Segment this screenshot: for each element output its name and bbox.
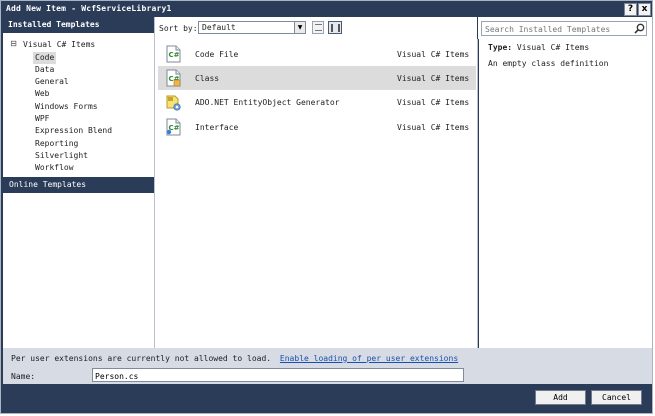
- tree-item-general[interactable]: General: [33, 76, 71, 88]
- svg-text:C#: C#: [169, 51, 180, 59]
- tree-item-windows-forms[interactable]: Windows Forms: [33, 101, 100, 113]
- name-label: Name:: [11, 372, 36, 381]
- tree-item-data[interactable]: Data: [33, 64, 56, 76]
- left-pane-empty-area: [3, 193, 154, 348]
- template-language: Visual C# Items: [397, 50, 470, 59]
- template-row-entity-generator[interactable]: ADO.NET EntityObject Generator Visual C#…: [158, 90, 476, 114]
- list-view-icon: [315, 24, 322, 31]
- collapse-icon[interactable]: ⊟: [9, 39, 18, 49]
- tree-item-silverlight[interactable]: Silverlight: [33, 150, 90, 162]
- cancel-button[interactable]: Cancel: [591, 390, 642, 405]
- close-button[interactable]: x: [638, 3, 651, 16]
- help-button[interactable]: ?: [624, 3, 637, 16]
- sort-by-label: Sort by:: [159, 24, 198, 33]
- template-categories-pane: Installed Templates ⊟ Visual C# Items Co…: [3, 17, 154, 348]
- sort-toolbar: Sort by: Default ▼: [154, 17, 477, 39]
- tree-item-workflow[interactable]: Workflow: [33, 162, 76, 174]
- tree-item-expression-blend[interactable]: Expression Blend: [33, 125, 114, 137]
- template-language: Visual C# Items: [397, 98, 470, 107]
- list-view-button[interactable]: [312, 21, 324, 34]
- enable-extensions-link[interactable]: Enable loading of per user extensions: [280, 354, 458, 363]
- type-value: Visual C# Items: [516, 43, 590, 52]
- template-row-interface[interactable]: C# Interface Visual C# Items: [158, 115, 476, 139]
- tree-item-wpf[interactable]: WPF: [33, 113, 51, 125]
- template-description: An empty class definition: [488, 59, 609, 68]
- bottom-panel: Per user extensions are currently not al…: [3, 348, 652, 384]
- installed-templates-header[interactable]: Installed Templates: [3, 17, 154, 33]
- template-row-class[interactable]: C# Class Visual C# Items: [158, 66, 476, 90]
- tree-item-reporting[interactable]: Reporting: [33, 138, 80, 150]
- add-new-item-dialog: Add New Item - WcfServiceLibrary1 ? x In…: [0, 0, 653, 414]
- search-icon[interactable]: [634, 23, 645, 34]
- class-icon: C#: [166, 69, 181, 87]
- tree-item-code[interactable]: Code: [33, 52, 57, 64]
- template-name: Class: [195, 74, 220, 83]
- template-type-row: Type: Visual C# Items: [488, 43, 589, 52]
- search-area: [478, 17, 652, 39]
- dialog-footer: Add Cancel: [1, 384, 652, 413]
- sort-by-dropdown[interactable]: Default ▼: [198, 21, 306, 34]
- entity-generator-icon: [166, 95, 181, 111]
- details-view-button[interactable]: [328, 21, 342, 34]
- code-file-icon: C#: [166, 45, 181, 63]
- template-name: Interface: [195, 123, 239, 132]
- add-button[interactable]: Add: [535, 390, 586, 405]
- tree-root-label: Visual C# Items: [23, 39, 96, 49]
- details-view-icon: [331, 24, 340, 32]
- template-language: Visual C# Items: [397, 74, 470, 83]
- close-icon: x: [641, 4, 648, 14]
- template-row-code-file[interactable]: C# Code File Visual C# Items: [158, 42, 476, 66]
- title-bar[interactable]: Add New Item - WcfServiceLibrary1 ? x: [1, 1, 652, 18]
- window-title: Add New Item - WcfServiceLibrary1: [6, 4, 172, 13]
- template-name: ADO.NET EntityObject Generator: [195, 98, 340, 107]
- extensions-message: Per user extensions are currently not al…: [11, 354, 458, 363]
- template-language: Visual C# Items: [397, 123, 470, 132]
- template-name: Code File: [195, 50, 239, 59]
- name-input[interactable]: [92, 368, 464, 382]
- extensions-message-text: Per user extensions are currently not al…: [11, 354, 272, 363]
- help-icon: ?: [627, 4, 634, 14]
- template-list: C# Code File Visual C# Items C# Class Vi…: [154, 39, 478, 348]
- chevron-down-icon[interactable]: ▼: [294, 22, 305, 33]
- sort-by-value: Default: [202, 23, 236, 32]
- type-label: Type:: [488, 43, 513, 52]
- online-templates-header[interactable]: Online Templates: [3, 177, 154, 193]
- tree-root-visual-csharp-items[interactable]: ⊟ Visual C# Items: [9, 38, 95, 50]
- interface-icon: C#: [166, 118, 181, 136]
- template-details-pane: Type: Visual C# Items An empty class def…: [479, 39, 652, 348]
- tree-item-web[interactable]: Web: [33, 88, 51, 100]
- search-input[interactable]: [481, 21, 647, 36]
